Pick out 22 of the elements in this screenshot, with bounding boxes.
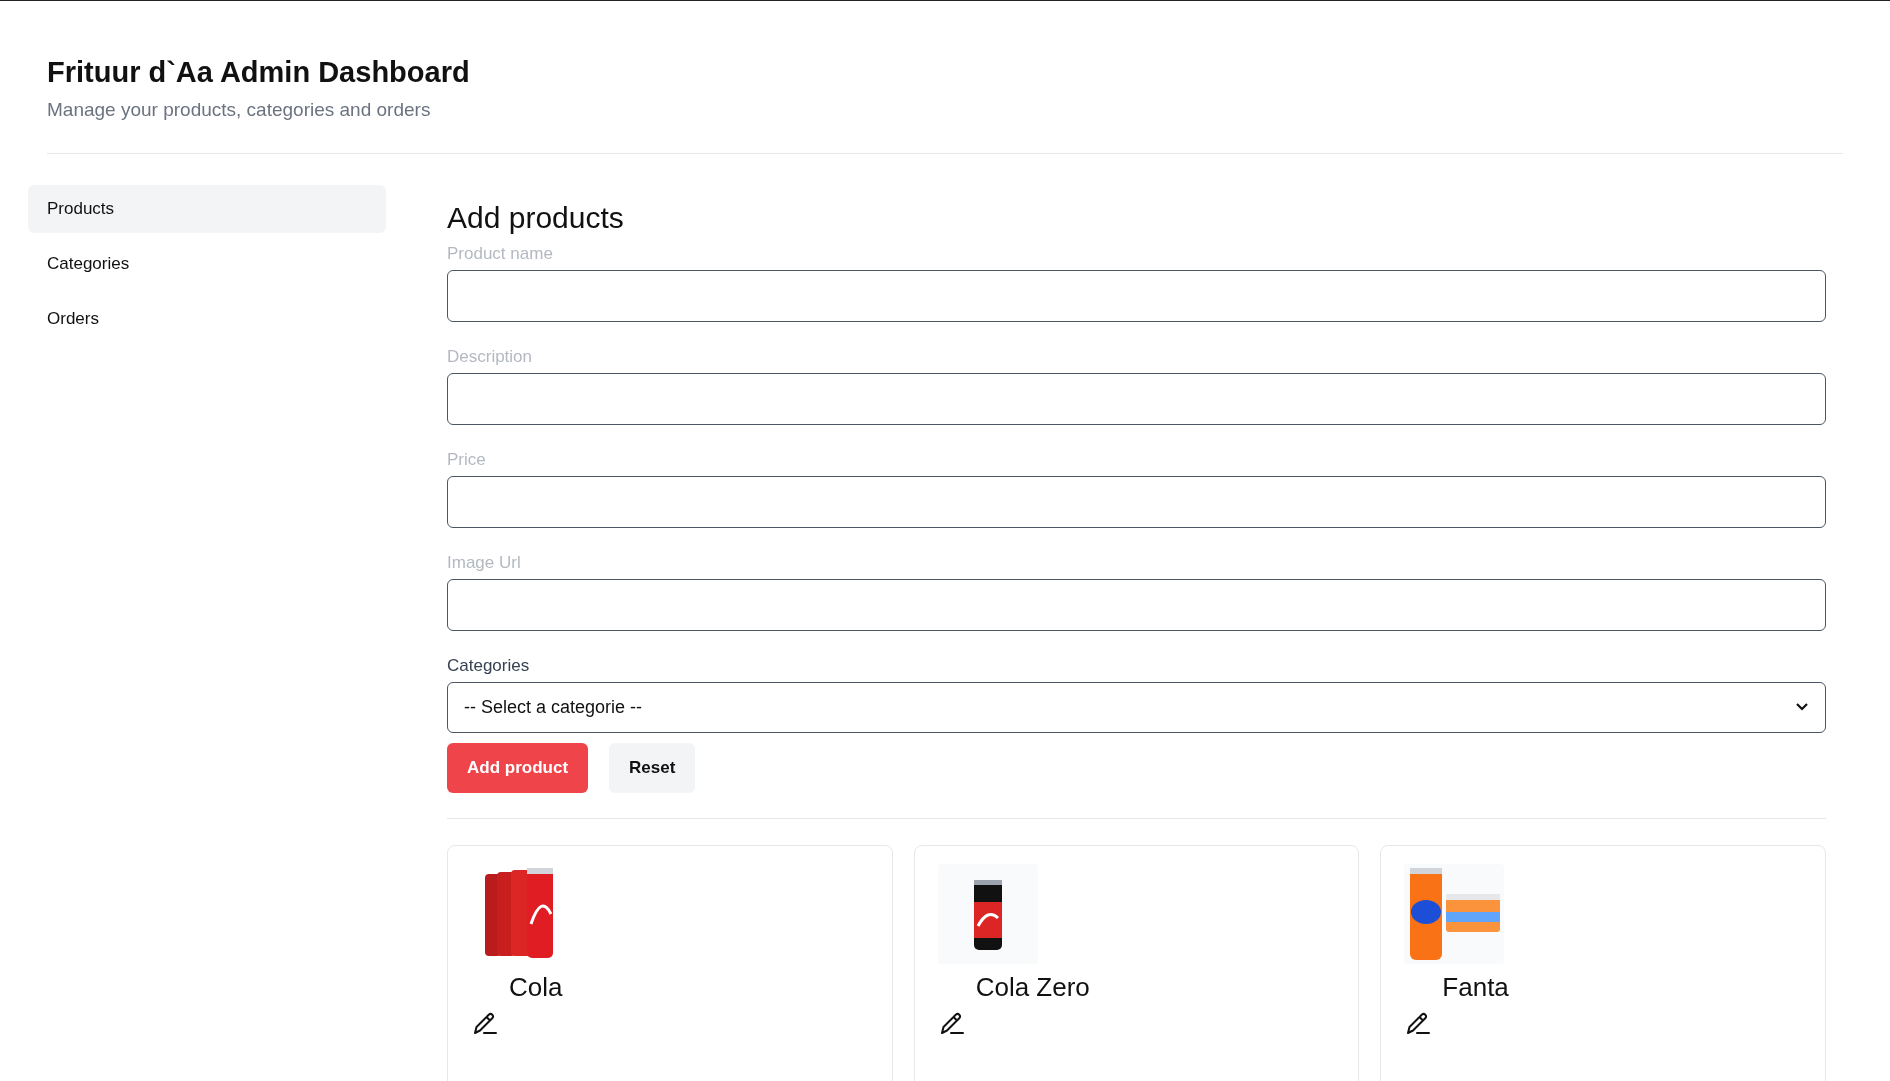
field-label: Categories bbox=[447, 654, 530, 677]
field-label: Image Url bbox=[447, 551, 521, 574]
product-name: Cola bbox=[509, 971, 563, 1003]
page-title: Frituur d`Aa Admin Dashboard bbox=[47, 55, 470, 90]
product-name: Fanta bbox=[1442, 971, 1509, 1003]
input-field[interactable] bbox=[447, 372, 1826, 425]
field-label: Price bbox=[447, 448, 486, 471]
input-field[interactable] bbox=[447, 475, 1826, 528]
reset-button[interactable]: Reset bbox=[609, 742, 696, 793]
page-subtitle: Manage your products, categories and orders bbox=[47, 98, 431, 121]
input-field[interactable] bbox=[447, 578, 1826, 631]
input-field[interactable] bbox=[447, 269, 1826, 322]
chevron-down-icon bbox=[1795, 702, 1809, 713]
sidebar-item[interactable]: Categories bbox=[28, 239, 386, 288]
sidebar-item[interactable]: Products bbox=[28, 184, 386, 233]
product-name: Cola Zero bbox=[975, 971, 1090, 1003]
field-label: Description bbox=[447, 345, 533, 368]
add-button[interactable]: Add product bbox=[447, 742, 589, 793]
field-label: Product name bbox=[447, 242, 553, 265]
select-field[interactable]: -- Select a categorie -- bbox=[447, 681, 1826, 733]
sidebar-item[interactable]: Orders bbox=[28, 294, 386, 343]
form-heading: Add products bbox=[447, 199, 624, 236]
